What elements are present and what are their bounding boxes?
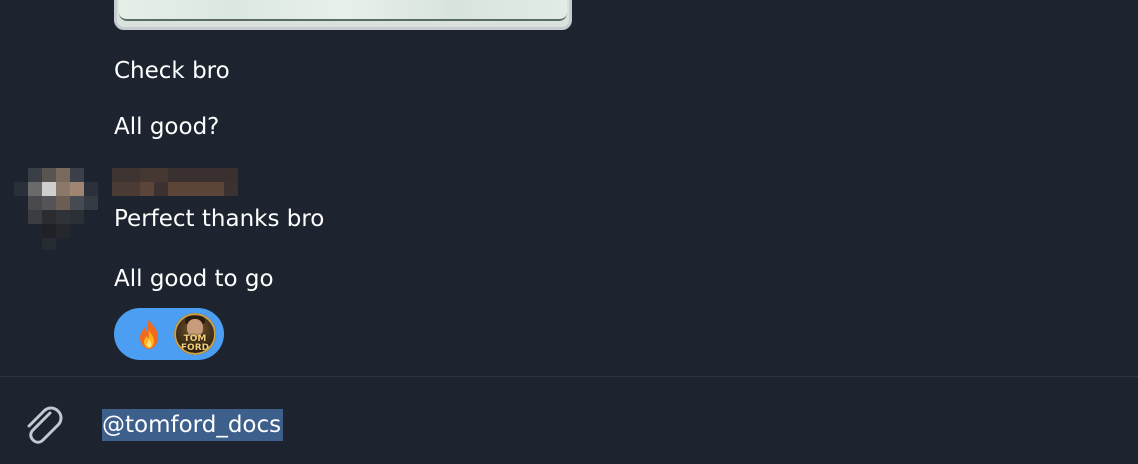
reaction-bubble[interactable]: TOM FORDDOCS [114, 308, 224, 360]
message-composer: @tomford_docs [0, 377, 1138, 464]
reactor-avatar[interactable]: TOM FORDDOCS [174, 313, 216, 355]
chat-history: Check bro All good? Perfect thanks bro A… [0, 0, 1138, 376]
avatar[interactable] [14, 154, 98, 250]
image-attachment-content [119, 0, 567, 21]
paperclip-icon[interactable] [18, 401, 66, 449]
message-text: All good to go [114, 266, 274, 292]
sender-name[interactable] [112, 168, 238, 196]
avatar-ring [174, 313, 216, 355]
message-input[interactable]: @tomford_docs [102, 409, 284, 441]
message-text: Perfect thanks bro [114, 206, 325, 232]
image-attachment[interactable] [114, 0, 572, 30]
message-text: Check bro [114, 58, 230, 84]
message-text: All good? [114, 114, 220, 140]
fire-icon [140, 319, 158, 349]
